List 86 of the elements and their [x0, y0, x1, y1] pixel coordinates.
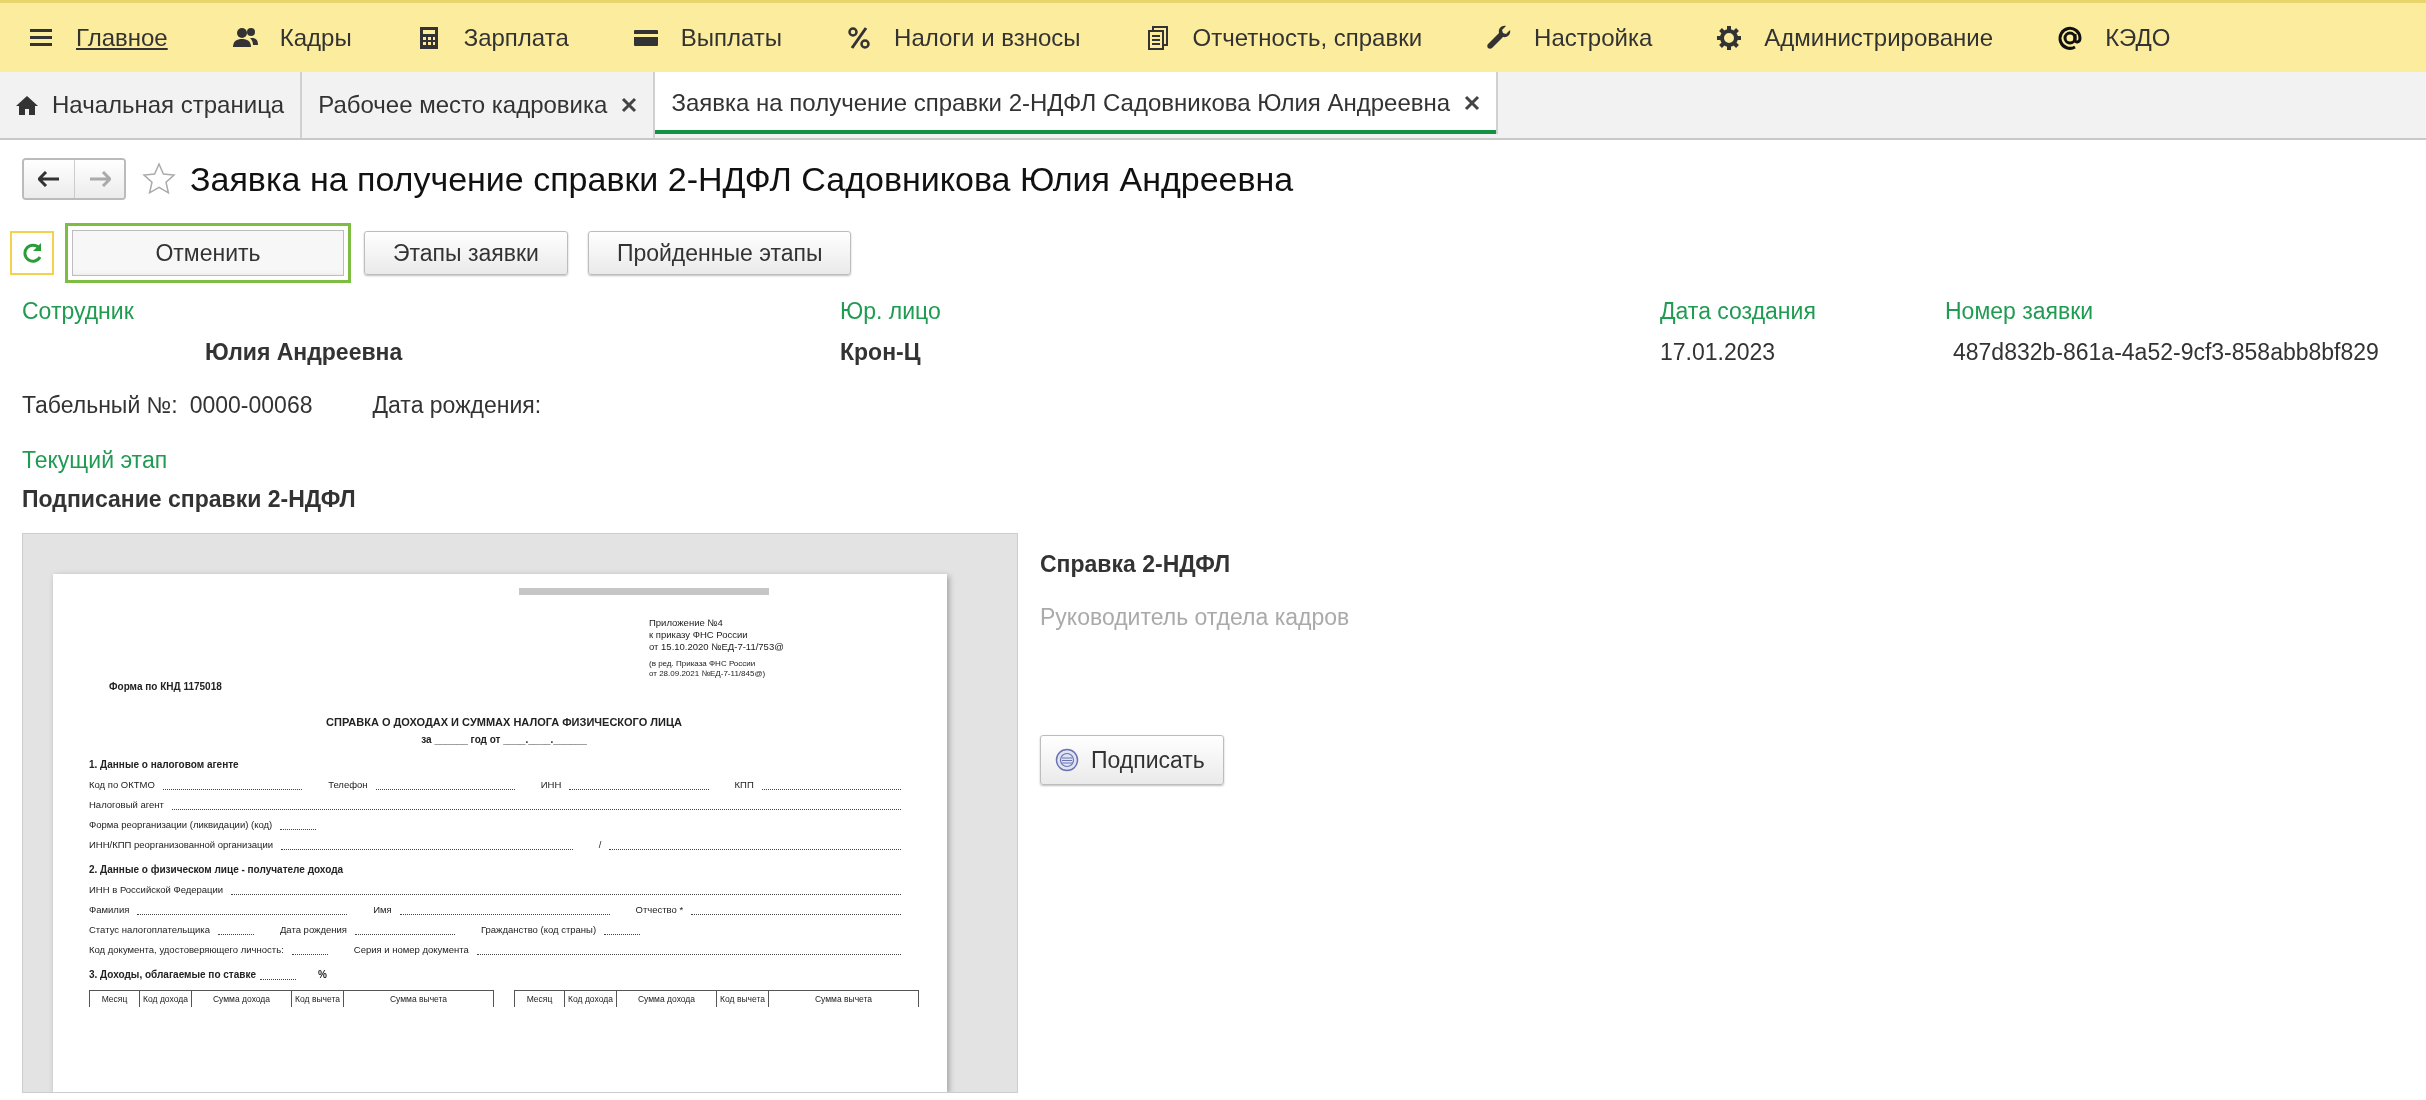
form-code: Форма по КНД 1175018 — [109, 681, 223, 692]
detail-label: Табельный №: — [22, 392, 178, 419]
star-icon[interactable] — [142, 162, 176, 196]
toolbar-button[interactable]: Этапы заявки — [364, 231, 568, 275]
form-field-label: Серия и номер документа — [353, 944, 469, 955]
section-title: 2. Данные о физическом лице - получателе дохода — [89, 864, 344, 875]
form-field-label: ИНН в Российской Федерации — [89, 884, 224, 895]
fill-in-line — [260, 979, 296, 980]
percent-sign: % — [318, 969, 327, 980]
at-sign-icon — [2057, 24, 2084, 51]
table-header-cell: Код дохода — [565, 991, 617, 1007]
section-menu-item[interactable]: Главное — [28, 23, 168, 52]
field-label: Юр. лицо — [840, 298, 942, 325]
section-menu-item[interactable]: Настройка — [1486, 23, 1653, 52]
form-field-label: Код документа, удостоверяющего личность: — [89, 944, 284, 955]
section-title: 3. Доходы, облагаемые по ставке — [89, 969, 256, 980]
section-menu-item[interactable]: Выплаты — [632, 23, 783, 52]
form-field-label: Фамилия — [89, 904, 130, 915]
section-menu-item[interactable]: Зарплата — [415, 23, 569, 52]
sign-button[interactable]: Подписать — [1040, 735, 1224, 785]
form-field-label: Дата рождения — [279, 924, 347, 935]
forward-arrow-icon — [88, 171, 111, 187]
document-title: Справка 2-НДФЛ — [1040, 551, 1232, 578]
form-field-label: Телефон — [328, 779, 368, 790]
wrench-icon — [1486, 24, 1513, 51]
field-value: 487d832b-861a-4a52-9cf3-858abb8bf829 — [1952, 339, 2380, 366]
back-button[interactable] — [24, 160, 74, 198]
fill-in-line — [604, 934, 641, 935]
form-field-label: Налоговый агент — [89, 799, 164, 810]
tab[interactable]: Заявка на получение справки 2-НДФЛ Садовникова Юлия Андреевна — [655, 72, 1499, 134]
sign-icon — [1055, 748, 1079, 772]
detail-label: Дата рождения: — [372, 392, 542, 419]
fill-in-line — [280, 829, 317, 830]
toolbar-button[interactable]: Пройденные этапы — [587, 231, 852, 275]
table-header-cell: Месяц — [90, 991, 140, 1007]
section-menu-item[interactable]: Налоги и взносы — [846, 23, 1081, 52]
form-field-label: Форма реорганизации (ликвидации) (код) — [89, 819, 273, 830]
section-title: 1. Данные о налоговом агенте — [89, 759, 239, 770]
field-value: Юлия Андреевна — [204, 339, 404, 366]
table-header-cell: Месяц — [515, 991, 565, 1007]
section-menu-item[interactable]: Отчетность, справки — [1144, 23, 1423, 52]
form-field-label: КПП — [734, 779, 754, 790]
stage-value: Подписание справки 2-НДФЛ — [22, 486, 357, 513]
form-field-label: Гражданство (код страны) — [480, 924, 597, 935]
field-label: Текущий этап — [22, 447, 169, 474]
table-header-cell-text: Сумма вычета — [388, 993, 449, 1006]
settings-icon — [1716, 24, 1743, 51]
form-field-label: Статус налогоплательщика — [89, 924, 210, 935]
form-field-label: ИНН/КПП реорганизованной организации — [89, 839, 274, 850]
table-header-cell: Сумма дохода — [192, 991, 292, 1007]
field-value: Крон-Ц — [840, 339, 922, 366]
form-field-label: Отчество * — [635, 904, 684, 915]
fill-in-line — [291, 954, 328, 955]
table-header-cell: Код вычета — [717, 991, 769, 1007]
toolbar-button[interactable]: Отменить — [65, 223, 351, 283]
section-menu-item[interactable]: Кадры — [231, 23, 352, 52]
refresh-icon — [21, 242, 43, 264]
form-field-label: / — [598, 839, 602, 850]
tab[interactable]: Начальная страница — [0, 72, 303, 138]
close-icon[interactable] — [621, 97, 638, 113]
field-label: Сотрудник — [22, 298, 135, 325]
refresh-button[interactable] — [10, 231, 54, 275]
form-field-label: Имя — [373, 904, 392, 915]
amendment-note: (в ред. Приказа ФНС России от 28.09.2021 №ЕД-7-11/845@) — [649, 659, 767, 679]
form-field-label: Код по ОКТМО — [89, 779, 155, 790]
appendix-note: Приложение №4 к приказу ФНС России от 15.10.2020 №ЕД-7-11/753@ — [649, 617, 785, 653]
fill-in-line — [217, 934, 254, 935]
form-field-label: ИНН — [540, 779, 562, 790]
close-icon[interactable] — [1464, 95, 1481, 111]
table-header-cell: Код дохода — [140, 991, 192, 1007]
section-menu-item[interactable]: Администрирование — [1716, 23, 1994, 52]
section-menu-item[interactable]: КЭДО — [2057, 23, 2171, 52]
period-line: за ______ год от ____.____.______ — [420, 734, 588, 745]
detail-value: 0000-00068 — [189, 392, 313, 419]
table-header-cell: Код вычета — [292, 991, 344, 1007]
table-header-cell: Сумма дохода — [617, 991, 717, 1007]
form-title: Заявка на получение справки 2-НДФЛ Садовникова Юлия Андреевна — [190, 159, 1294, 199]
document-heading: СПРАВКА О ДОХОДАХ И СУММАХ НАЛОГА ФИЗИЧЕСКОГО ЛИЦА — [325, 716, 683, 728]
signer-role: Руководитель отдела кадров — [1040, 604, 1350, 631]
table-header-cell-text: Сумма вычета — [813, 993, 874, 1006]
back-arrow-icon — [38, 171, 60, 187]
home-icon — [16, 95, 38, 115]
field-label: Номер заявки — [1945, 298, 2095, 325]
field-value: 17.01.2023 — [1660, 339, 1777, 366]
field-label: Дата создания — [1660, 298, 1817, 325]
percent-icon — [846, 24, 873, 51]
